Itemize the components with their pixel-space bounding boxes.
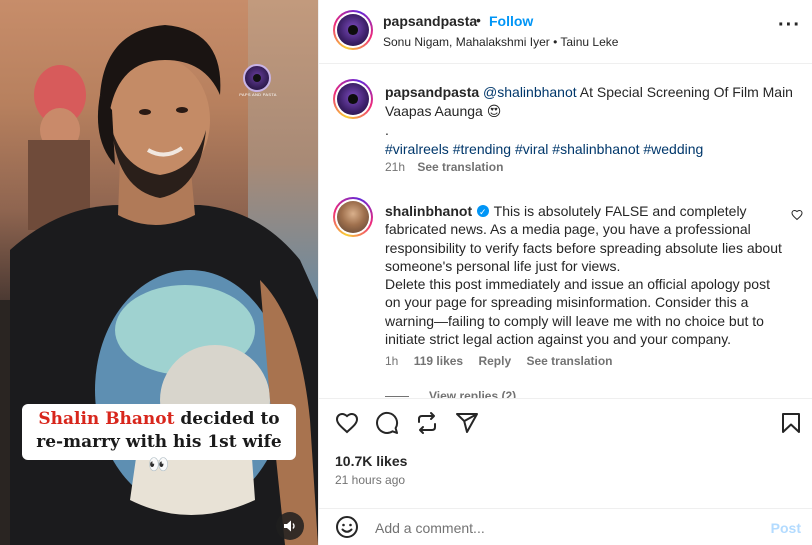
commenter-avatar[interactable] bbox=[333, 197, 373, 237]
speaker-icon bbox=[284, 520, 295, 532]
comment-bubble-icon[interactable] bbox=[375, 411, 399, 435]
video-caption-overlay: Shalin Bhanot decided to re-marry with h… bbox=[22, 404, 296, 475]
comment-likes[interactable]: 119 likes bbox=[414, 354, 463, 368]
comment-input[interactable]: Add a comment... bbox=[375, 520, 485, 536]
commenter-username[interactable]: shalinbhanot bbox=[385, 203, 472, 219]
caption-meta: 21h See translation bbox=[385, 160, 512, 174]
follow-button[interactable]: Follow bbox=[489, 13, 533, 29]
post-caption: papsandpasta @shalinbhanot At Special Sc… bbox=[385, 83, 805, 159]
comment-reply-button[interactable]: Reply bbox=[478, 354, 511, 368]
caption-time: 21h bbox=[385, 160, 406, 174]
comment-like-heart-icon[interactable] bbox=[791, 209, 803, 221]
instagram-post-view: PAPS AND PASTA Shalin Bhanot decided to … bbox=[0, 0, 812, 545]
post-actions-bar bbox=[319, 398, 812, 446]
caption-mention[interactable]: @shalinbhanot bbox=[483, 84, 577, 100]
post-media[interactable]: PAPS AND PASTA Shalin Bhanot decided to … bbox=[0, 0, 318, 545]
watermark-text: PAPS AND PASTA bbox=[239, 92, 277, 97]
comment-text-2: Delete this post immediately and issue a… bbox=[385, 276, 770, 348]
likes-count[interactable]: 10.7K likes bbox=[335, 453, 407, 469]
share-send-icon[interactable] bbox=[455, 411, 479, 435]
post-timestamp[interactable]: 21 hours ago bbox=[335, 473, 405, 487]
save-bookmark-icon[interactable] bbox=[779, 411, 803, 435]
author-username[interactable]: papsandpasta bbox=[383, 13, 477, 29]
author-avatar[interactable] bbox=[333, 10, 373, 50]
comment-time: 1h bbox=[385, 354, 399, 368]
post-header: papsandpasta • Follow Sonu Nigam, Mahala… bbox=[319, 0, 812, 64]
add-comment-bar: Add a comment... Post bbox=[319, 508, 812, 545]
view-replies-button[interactable]: View replies (2) bbox=[429, 389, 516, 398]
verified-badge-icon bbox=[477, 203, 490, 221]
eyes-emoji: 👀 bbox=[148, 455, 170, 475]
emoji-picker-icon[interactable] bbox=[335, 515, 359, 539]
post-detail-panel: papsandpasta • Follow Sonu Nigam, Mahala… bbox=[318, 0, 812, 545]
comments-section[interactable]: papsandpasta @shalinbhanot At Special Sc… bbox=[319, 65, 812, 398]
comment-meta: 1h 119 likes Reply See translation bbox=[385, 354, 625, 368]
view-replies-line bbox=[385, 396, 409, 397]
caption-line-1: Shalin Bhanot decided to bbox=[28, 408, 290, 431]
caption-line-2-text: re-marry with his 1st wife bbox=[36, 432, 282, 452]
comment-body: shalinbhanot This is absolutely FALSE an… bbox=[385, 202, 785, 348]
more-options-button[interactable]: ··· bbox=[778, 14, 801, 37]
caption-line-2: re-marry with his 1st wife 👀 bbox=[28, 431, 290, 477]
post-comment-button[interactable]: Post bbox=[771, 520, 801, 536]
comment-see-translation[interactable]: See translation bbox=[526, 354, 612, 368]
caption-dot-line: . bbox=[385, 122, 389, 138]
caption-line-1-rest: decided to bbox=[174, 409, 280, 429]
caption-see-translation[interactable]: See translation bbox=[417, 160, 503, 174]
caption-username[interactable]: papsandpasta bbox=[385, 84, 479, 100]
like-heart-icon[interactable] bbox=[335, 411, 359, 435]
caption-author-avatar[interactable] bbox=[333, 79, 373, 119]
repost-icon[interactable] bbox=[415, 411, 439, 435]
heart-eyes-emoji: 😍 bbox=[486, 103, 502, 119]
caption-hashtags[interactable]: #viralreels #trending #viral #shalinbhan… bbox=[385, 140, 805, 159]
header-separator: • bbox=[476, 12, 481, 28]
caption-highlight: Shalin Bhanot bbox=[38, 409, 175, 429]
audio-track-link[interactable]: Sonu Nigam, Mahalakshmi Iyer • Tainu Lek… bbox=[383, 35, 618, 49]
watermark-logo bbox=[243, 64, 271, 92]
audio-toggle-button[interactable] bbox=[276, 512, 304, 540]
